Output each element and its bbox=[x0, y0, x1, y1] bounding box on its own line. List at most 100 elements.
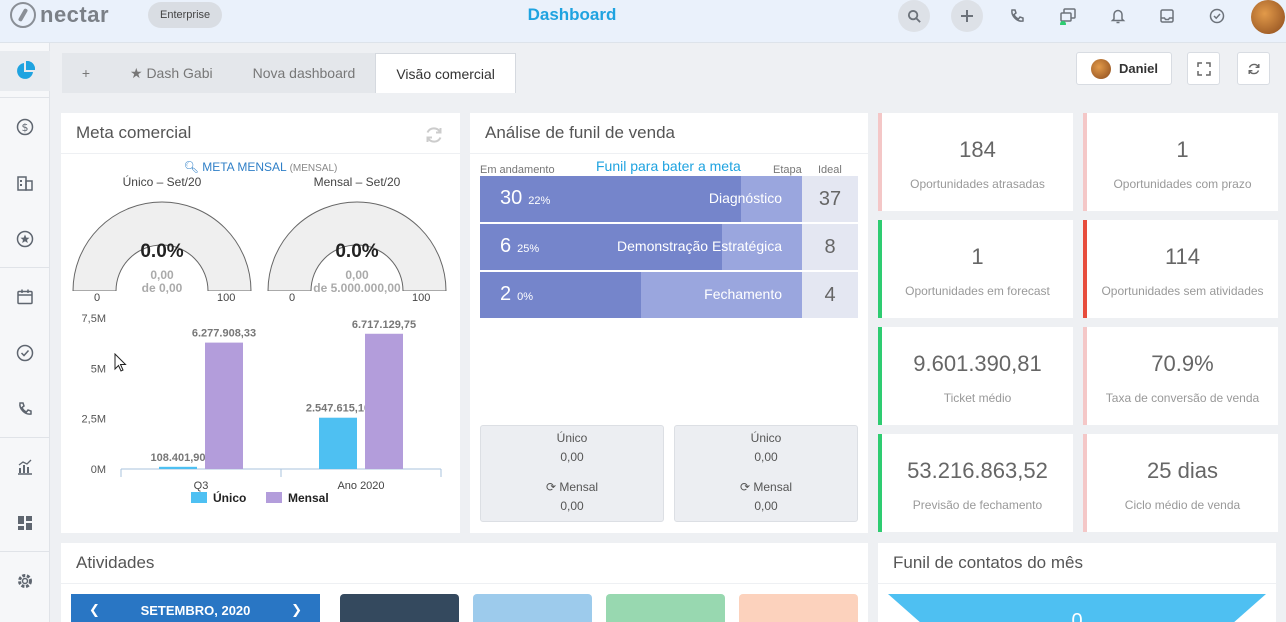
kpi-value: 9.601.390,81 bbox=[913, 351, 1042, 376]
y-tick-label: 5M bbox=[91, 363, 106, 375]
funnel-row-ideal: 37 bbox=[802, 176, 858, 222]
funnel-row-count: 6 bbox=[500, 235, 512, 257]
kpi-card-oportunidades-em-forecast[interactable]: 1 Oportunidades em forecast bbox=[878, 220, 1073, 318]
user-name: Daniel bbox=[1119, 61, 1159, 76]
kpi-card-previsao-fechamento[interactable]: 53.216.863,52 Previsão de fechamento bbox=[878, 434, 1073, 532]
funnel-goal-link[interactable]: Funil para bater a meta bbox=[596, 158, 741, 174]
funnel-row-percent: 22% bbox=[528, 195, 551, 207]
bar-chart-icon[interactable] bbox=[0, 447, 50, 487]
tab-nova-dashboard[interactable]: Nova dashboard bbox=[232, 53, 376, 93]
funnel-row-stage: Fechamento bbox=[704, 286, 782, 302]
user-avatar[interactable] bbox=[1251, 0, 1285, 34]
funnel-row[interactable]: 6 25% Demonstração Estratégica 8 bbox=[480, 224, 858, 270]
kpi-card-oportunidades-sem-atividades[interactable]: 114 Oportunidades sem atividades bbox=[1083, 220, 1278, 318]
svg-text:$: $ bbox=[22, 121, 29, 134]
chat-icon[interactable] bbox=[1052, 0, 1084, 32]
check-circle-icon[interactable] bbox=[1201, 0, 1233, 32]
add-tab-button[interactable]: + bbox=[62, 53, 110, 93]
gauge-mensal-percent: 0.0% bbox=[335, 241, 379, 262]
chevron-right-icon[interactable]: ❯ bbox=[291, 602, 302, 618]
summary-mensal-label: Mensal bbox=[559, 480, 599, 494]
plus-icon[interactable] bbox=[951, 0, 983, 32]
meta-goal-period: (MENSAL) bbox=[289, 163, 338, 174]
fullscreen-button[interactable] bbox=[1187, 52, 1220, 85]
tab-dash-gabi[interactable]: ★ Dash Gabi bbox=[110, 53, 233, 93]
kpi-card-taxa-conversao[interactable]: 70.9% Taxa de conversão de venda bbox=[1083, 327, 1278, 425]
funnel-row[interactable]: 2 0% Fechamento 4 bbox=[480, 272, 858, 318]
activity-column[interactable] bbox=[340, 594, 459, 622]
widgets-icon[interactable] bbox=[0, 503, 50, 543]
building-icon[interactable] bbox=[0, 163, 50, 203]
chevron-left-icon[interactable]: ❮ bbox=[89, 602, 100, 618]
kpi-card-oportunidades-com-prazo[interactable]: 1 Oportunidades com prazo bbox=[1083, 113, 1278, 211]
x-tick-label: Ano 2020 bbox=[337, 480, 384, 492]
kpi-card-oportunidades-atrasadas[interactable]: 184 Oportunidades atrasadas bbox=[878, 113, 1073, 211]
calendar-header: ❮ SETEMBRO, 2020 ❯ bbox=[71, 594, 320, 622]
refresh-button[interactable] bbox=[1237, 52, 1270, 85]
summary-unico-label: Único bbox=[750, 431, 782, 445]
summary-mensal-value: 0,00 bbox=[754, 499, 778, 513]
legend-label: Único bbox=[213, 490, 246, 505]
kpi-card-ticket-medio[interactable]: 9.601.390,81 Ticket médio bbox=[878, 327, 1073, 425]
phone-icon[interactable] bbox=[1001, 0, 1033, 32]
bar-data-label: 108.401,90 bbox=[150, 452, 205, 464]
dollar-icon[interactable]: $ bbox=[0, 107, 50, 147]
tab-visao-comercial[interactable]: Visão comercial bbox=[375, 53, 516, 93]
contacts-title: Funil de contatos do mês bbox=[893, 553, 1083, 572]
kpi-value: 184 bbox=[959, 137, 996, 162]
contacts-funnel-stage[interactable]: 0 bbox=[888, 594, 1266, 622]
tasks-check-circle-icon[interactable] bbox=[0, 333, 50, 373]
funnel-row-percent: 25% bbox=[517, 243, 540, 255]
inbox-icon[interactable] bbox=[1151, 0, 1183, 32]
funnel-row-percent: 0% bbox=[517, 291, 534, 303]
summary-unico-label: Único bbox=[556, 431, 588, 445]
bar-único bbox=[159, 466, 197, 469]
activity-column[interactable] bbox=[473, 594, 592, 622]
user-filter-button[interactable]: Daniel bbox=[1076, 52, 1172, 85]
gauge-unico-max: 100 bbox=[217, 292, 236, 304]
calls-phone-icon[interactable] bbox=[0, 389, 50, 429]
kpi-label: Oportunidades em forecast bbox=[905, 284, 1050, 298]
star-icon[interactable] bbox=[0, 219, 50, 259]
gear-icon[interactable] bbox=[0, 561, 50, 601]
y-tick-label: 2,5M bbox=[82, 414, 106, 426]
legend-swatch bbox=[191, 492, 207, 503]
refresh-icon[interactable] bbox=[424, 125, 444, 150]
kpi-value: 25 dias bbox=[1147, 458, 1218, 483]
fullscreen-icon bbox=[1196, 61, 1211, 76]
search-icon: 🔍︎ bbox=[183, 160, 199, 174]
kpi-label: Oportunidades com prazo bbox=[1113, 177, 1252, 191]
x-tick-label: Q3 bbox=[194, 480, 209, 492]
summary-mensal-value: 0,00 bbox=[560, 499, 584, 513]
bar-único bbox=[319, 417, 357, 469]
activity-column[interactable] bbox=[739, 594, 858, 622]
bar-data-label: 6.277.908,33 bbox=[192, 328, 256, 340]
funnel-row[interactable]: 30 22% Diagnóstico 37 bbox=[480, 176, 858, 222]
kpi-value: 1 bbox=[971, 244, 984, 269]
meta-goal-link[interactable]: 🔍︎ META MENSAL (MENSAL) bbox=[61, 160, 460, 174]
funnel-row-count: 30 bbox=[500, 187, 523, 209]
meta-bar-chart: 0M 2,5M 5M 7,5M Q3 108.401,90 6.277.908,33 Ano … bbox=[82, 313, 442, 505]
search-icon[interactable] bbox=[898, 0, 930, 32]
activities-card: Atividades ❮ SETEMBRO, 2020 ❯ bbox=[61, 543, 868, 622]
funnel-row-ideal: 8 bbox=[802, 224, 858, 270]
funnel-card-title: Análise de funil de venda bbox=[485, 123, 675, 142]
y-tick-label: 7,5M bbox=[82, 313, 106, 325]
contacts-funnel-card: Funil de contatos do mês 0 bbox=[878, 543, 1276, 622]
bar-mensal bbox=[205, 342, 243, 469]
kpi-label: Oportunidades sem atividades bbox=[1101, 284, 1264, 298]
bell-icon[interactable] bbox=[1102, 0, 1134, 32]
kpi-label: Ticket médio bbox=[943, 391, 1012, 405]
activity-column[interactable] bbox=[606, 594, 725, 622]
gauge-mensal-label: Mensal – Set/20 bbox=[313, 175, 401, 189]
kpi-card-ciclo-medio[interactable]: 25 dias Ciclo médio de venda bbox=[1083, 434, 1278, 532]
bar-data-label: 6.717.129,75 bbox=[352, 319, 416, 331]
activities-title: Atividades bbox=[76, 553, 155, 572]
legend-swatch bbox=[266, 492, 282, 503]
gauge-mensal-max: 100 bbox=[412, 292, 431, 304]
sidebar-dashboard-pie-chart-icon[interactable] bbox=[0, 51, 50, 91]
calendar-month: SETEMBRO, 2020 bbox=[140, 602, 251, 618]
kpi-label: Oportunidades atrasadas bbox=[910, 177, 1045, 191]
calendar-icon[interactable] bbox=[0, 277, 50, 317]
meta-comercial-card: Meta comercial 🔍︎ META MENSAL (MENSAL) Ú… bbox=[61, 113, 460, 533]
